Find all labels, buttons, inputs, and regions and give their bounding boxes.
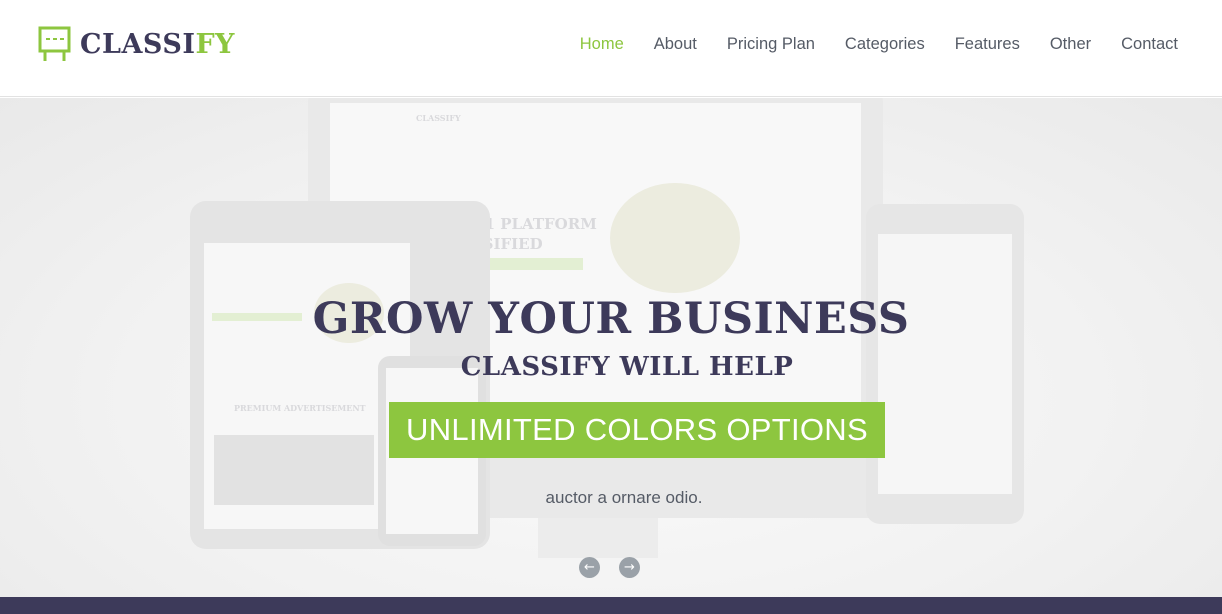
hero-subtitle: CLASSIFY WILL HELP	[460, 352, 794, 382]
mockup-car-image	[610, 183, 740, 293]
nav-item-contact[interactable]: Contact	[1121, 35, 1178, 54]
nav-item-categories[interactable]: Categories	[845, 35, 925, 54]
hero-title: GROW YOUR BUSINESS	[312, 294, 910, 344]
billboard-icon	[38, 26, 71, 63]
hero-slider: CLASSIFY LD # 1 PLATFORM CLASSIFIED PREM…	[0, 98, 1222, 597]
nav-item-other[interactable]: Other	[1050, 35, 1091, 54]
hero-text: auctor a ornare odio.	[545, 488, 703, 507]
arrow-left-icon[interactable]: ←	[579, 557, 600, 578]
nav-item-pricing-plan[interactable]: Pricing Plan	[727, 35, 815, 54]
nav-item-about[interactable]: About	[654, 35, 697, 54]
dark-section-band	[0, 597, 1222, 614]
monitor-stand	[538, 518, 658, 558]
nav-item-home[interactable]: Home	[580, 35, 624, 54]
mockup-logo: CLASSIFY	[416, 113, 461, 123]
hero-badge: UNLIMITED COLORS OPTIONS	[389, 402, 885, 458]
arrow-right-icon[interactable]: →	[619, 557, 640, 578]
nav-item-features[interactable]: Features	[955, 35, 1020, 54]
brand-name: CLASSIFY	[80, 29, 235, 60]
brand-name-part2: FY	[195, 28, 235, 60]
tablet-heading: PREMIUM ADVERTISEMENT	[234, 403, 366, 413]
brand-name-part1: CLASSI	[80, 28, 196, 60]
brand-logo[interactable]: CLASSIFY	[38, 25, 235, 63]
main-nav: Home About Pricing Plan Categories Featu…	[550, 35, 1178, 54]
site-header: CLASSIFY Home About Pricing Plan Categor…	[0, 0, 1222, 97]
